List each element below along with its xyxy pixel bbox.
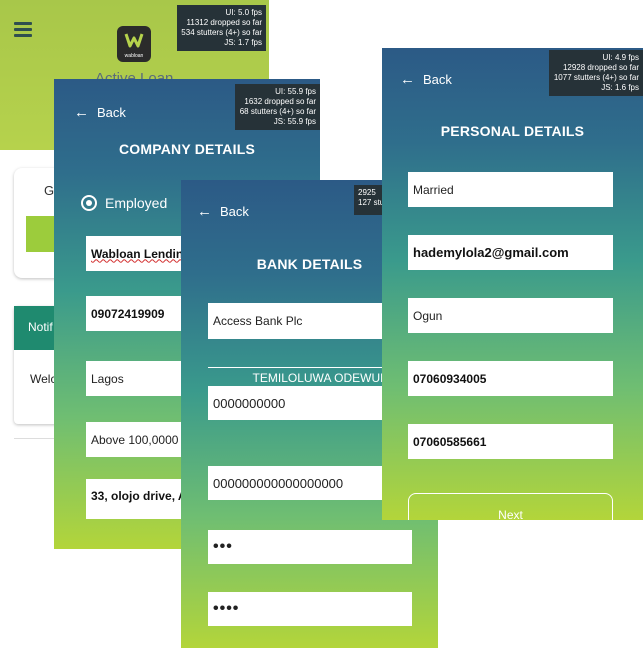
perf-monitor: UI: 4.9 fps 12928 dropped so far 1077 st… (549, 50, 643, 96)
personal-details-screen: ← Back UI: 4.9 fps 12928 dropped so far … (382, 48, 643, 520)
back-label: Back (423, 72, 452, 87)
back-button[interactable]: ← Back (197, 204, 249, 219)
phone-2-value: 07060585661 (413, 434, 487, 449)
phone-field-1[interactable]: 07060934005 (408, 361, 613, 396)
back-label: Back (97, 105, 126, 120)
employed-radio-option[interactable]: Employed (81, 195, 167, 211)
bvn-value: 000000000000000000 (213, 475, 344, 491)
perf-monitor: 2925 127 stu (354, 185, 384, 215)
radio-selected-icon (81, 195, 97, 211)
employed-label: Employed (105, 195, 168, 211)
account-number-value: 0000000000 (213, 395, 286, 411)
pin-field[interactable]: ••• (208, 530, 412, 564)
income-value: Above 100,0000 (91, 432, 179, 447)
phone-field-2[interactable]: 07060585661 (408, 424, 613, 459)
perf-ui: UI: 5.0 fps (225, 8, 262, 17)
back-button[interactable]: ← Back (400, 72, 452, 87)
back-button[interactable]: ← Back (74, 105, 126, 120)
page-title: COMPANY DETAILS (118, 141, 255, 157)
next-button[interactable]: Next (408, 493, 613, 520)
perf-ui: UI: 55.9 fps (275, 87, 316, 96)
menu-icon[interactable] (14, 22, 32, 37)
perf-line-2: 127 stu (358, 198, 385, 207)
perf-line-1: 2925 (358, 188, 376, 197)
company-state-value: Lagos (91, 371, 124, 386)
bank-name-value: Access Bank Plc (213, 314, 303, 328)
perf-js: JS: 1.6 fps (601, 83, 639, 92)
perf-monitor: UI: 5.0 fps 11312 dropped so far 534 stu… (177, 5, 266, 51)
page-title: PERSONAL DETAILS (440, 123, 585, 139)
divider (14, 438, 54, 439)
perf-stutters: 68 stutters (4+) so far (239, 107, 316, 116)
email-value: hademylola2@gmail.com (413, 245, 569, 260)
company-name-value: Wabloan Lendin (91, 246, 184, 261)
perf-ui: UI: 4.9 fps (602, 53, 639, 62)
perf-dropped: 1632 dropped so far (244, 97, 316, 106)
marital-status-field[interactable]: Married (408, 172, 613, 207)
perf-monitor: UI: 55.9 fps 1632 dropped so far 68 stut… (235, 84, 320, 130)
perf-dropped: 12928 dropped so far (562, 63, 639, 72)
confirm-pin-mask: •••• (213, 600, 240, 617)
welcome-text: Welc (30, 372, 57, 386)
email-field[interactable]: hademylola2@gmail.com (408, 235, 613, 270)
back-label: Back (220, 204, 249, 219)
perf-stutters: 1077 stutters (4+) so far (553, 73, 639, 82)
confirm-pin-field[interactable]: •••• (208, 592, 412, 626)
logo-text: wabloan (124, 53, 144, 59)
pin-mask: ••• (213, 538, 233, 555)
back-arrow-icon: ← (400, 71, 415, 88)
back-arrow-icon: ← (74, 104, 89, 121)
marital-status-value: Married (413, 182, 454, 197)
state-field[interactable]: Ogun (408, 298, 613, 333)
wabloan-logo: wabloan (117, 26, 151, 62)
perf-js: JS: 1.7 fps (224, 38, 262, 47)
company-address-value: 33, olojo drive, A (91, 489, 187, 503)
perf-stutters: 534 stutters (4+) so far (181, 28, 262, 37)
back-arrow-icon: ← (197, 203, 212, 220)
phone-1-value: 07060934005 (413, 371, 487, 386)
perf-js: JS: 55.9 fps (273, 117, 316, 126)
company-phone-value: 09072419909 (91, 306, 165, 321)
wabloan-mark-icon (124, 33, 144, 48)
perf-dropped: 11312 dropped so far (186, 18, 262, 27)
loan-card-title: G (44, 183, 55, 198)
state-value: Ogun (413, 308, 443, 323)
